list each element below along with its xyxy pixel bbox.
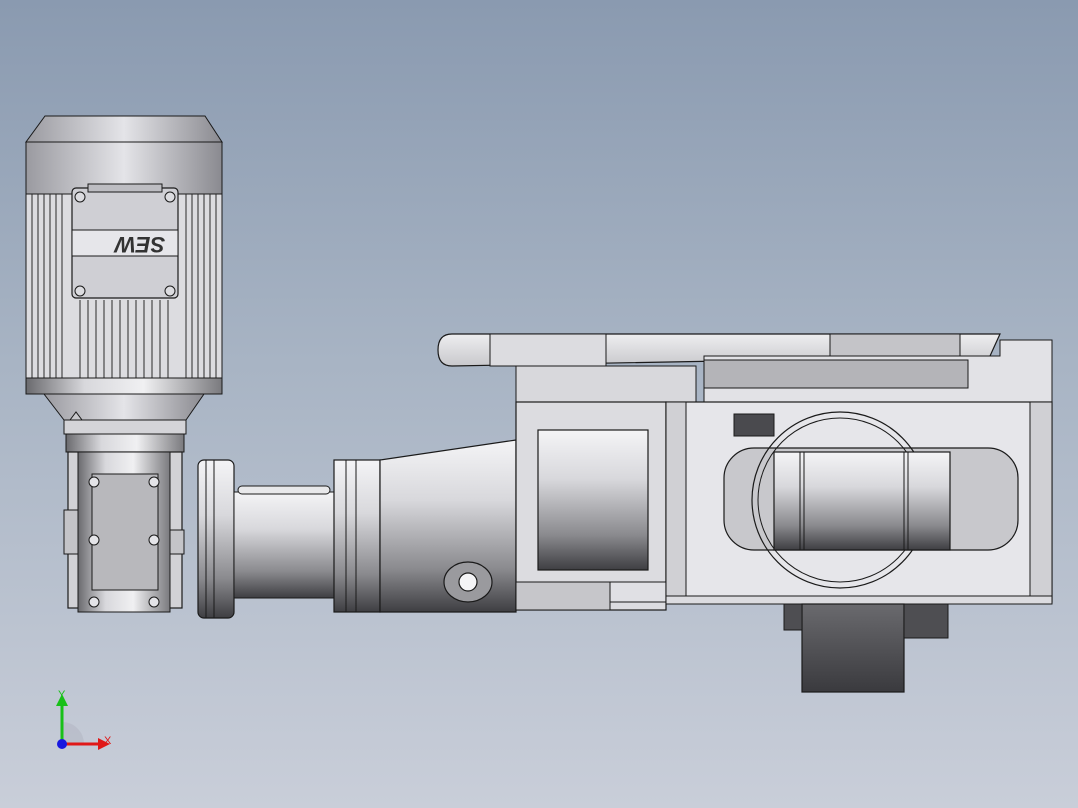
cad-viewport[interactable]: SEW Y X [0, 0, 1078, 808]
top-plate-block-1 [489, 333, 607, 367]
upper-wedge-dark [703, 359, 969, 389]
shaft-body [233, 491, 335, 599]
gear-adapter [65, 433, 185, 453]
terminal-box-lid [87, 183, 163, 193]
lower-mount-right [903, 603, 949, 639]
shaft-keyway [237, 485, 331, 495]
coordinate-triad: Y X [56, 689, 112, 750]
output-shaft[interactable] [197, 459, 335, 619]
frame-left-foot [515, 581, 611, 611]
x-axis-label: X [104, 735, 112, 747]
z-axis-dot [57, 739, 67, 749]
frame-window [537, 429, 649, 571]
motor-end-cap [25, 115, 223, 143]
motor-brand-logo: SEW [113, 232, 165, 257]
gearbox-side-lug-left [63, 509, 79, 555]
coupling-housing[interactable] [333, 439, 517, 613]
motor-assembly[interactable]: SEW [25, 115, 223, 453]
upper-rail [515, 365, 697, 403]
lower-mount-left [783, 603, 803, 631]
motor-adapter-cone [42, 393, 205, 421]
gearbox-inner-face [91, 473, 159, 591]
frame-bottom-bar [665, 595, 1053, 605]
motor-flange [25, 377, 223, 395]
lower-mount [801, 603, 905, 693]
y-axis-label: Y [58, 689, 66, 701]
gearbox-side-lug-right [169, 529, 185, 555]
coupling-collar [333, 459, 381, 613]
cad-model-scene[interactable]: SEW Y X [0, 0, 1078, 808]
main-frame[interactable] [437, 333, 1053, 693]
shaft-flange [197, 459, 235, 619]
motor-adapter-ring [63, 419, 187, 435]
clamp-block [733, 413, 775, 437]
gearbox[interactable] [63, 451, 185, 613]
